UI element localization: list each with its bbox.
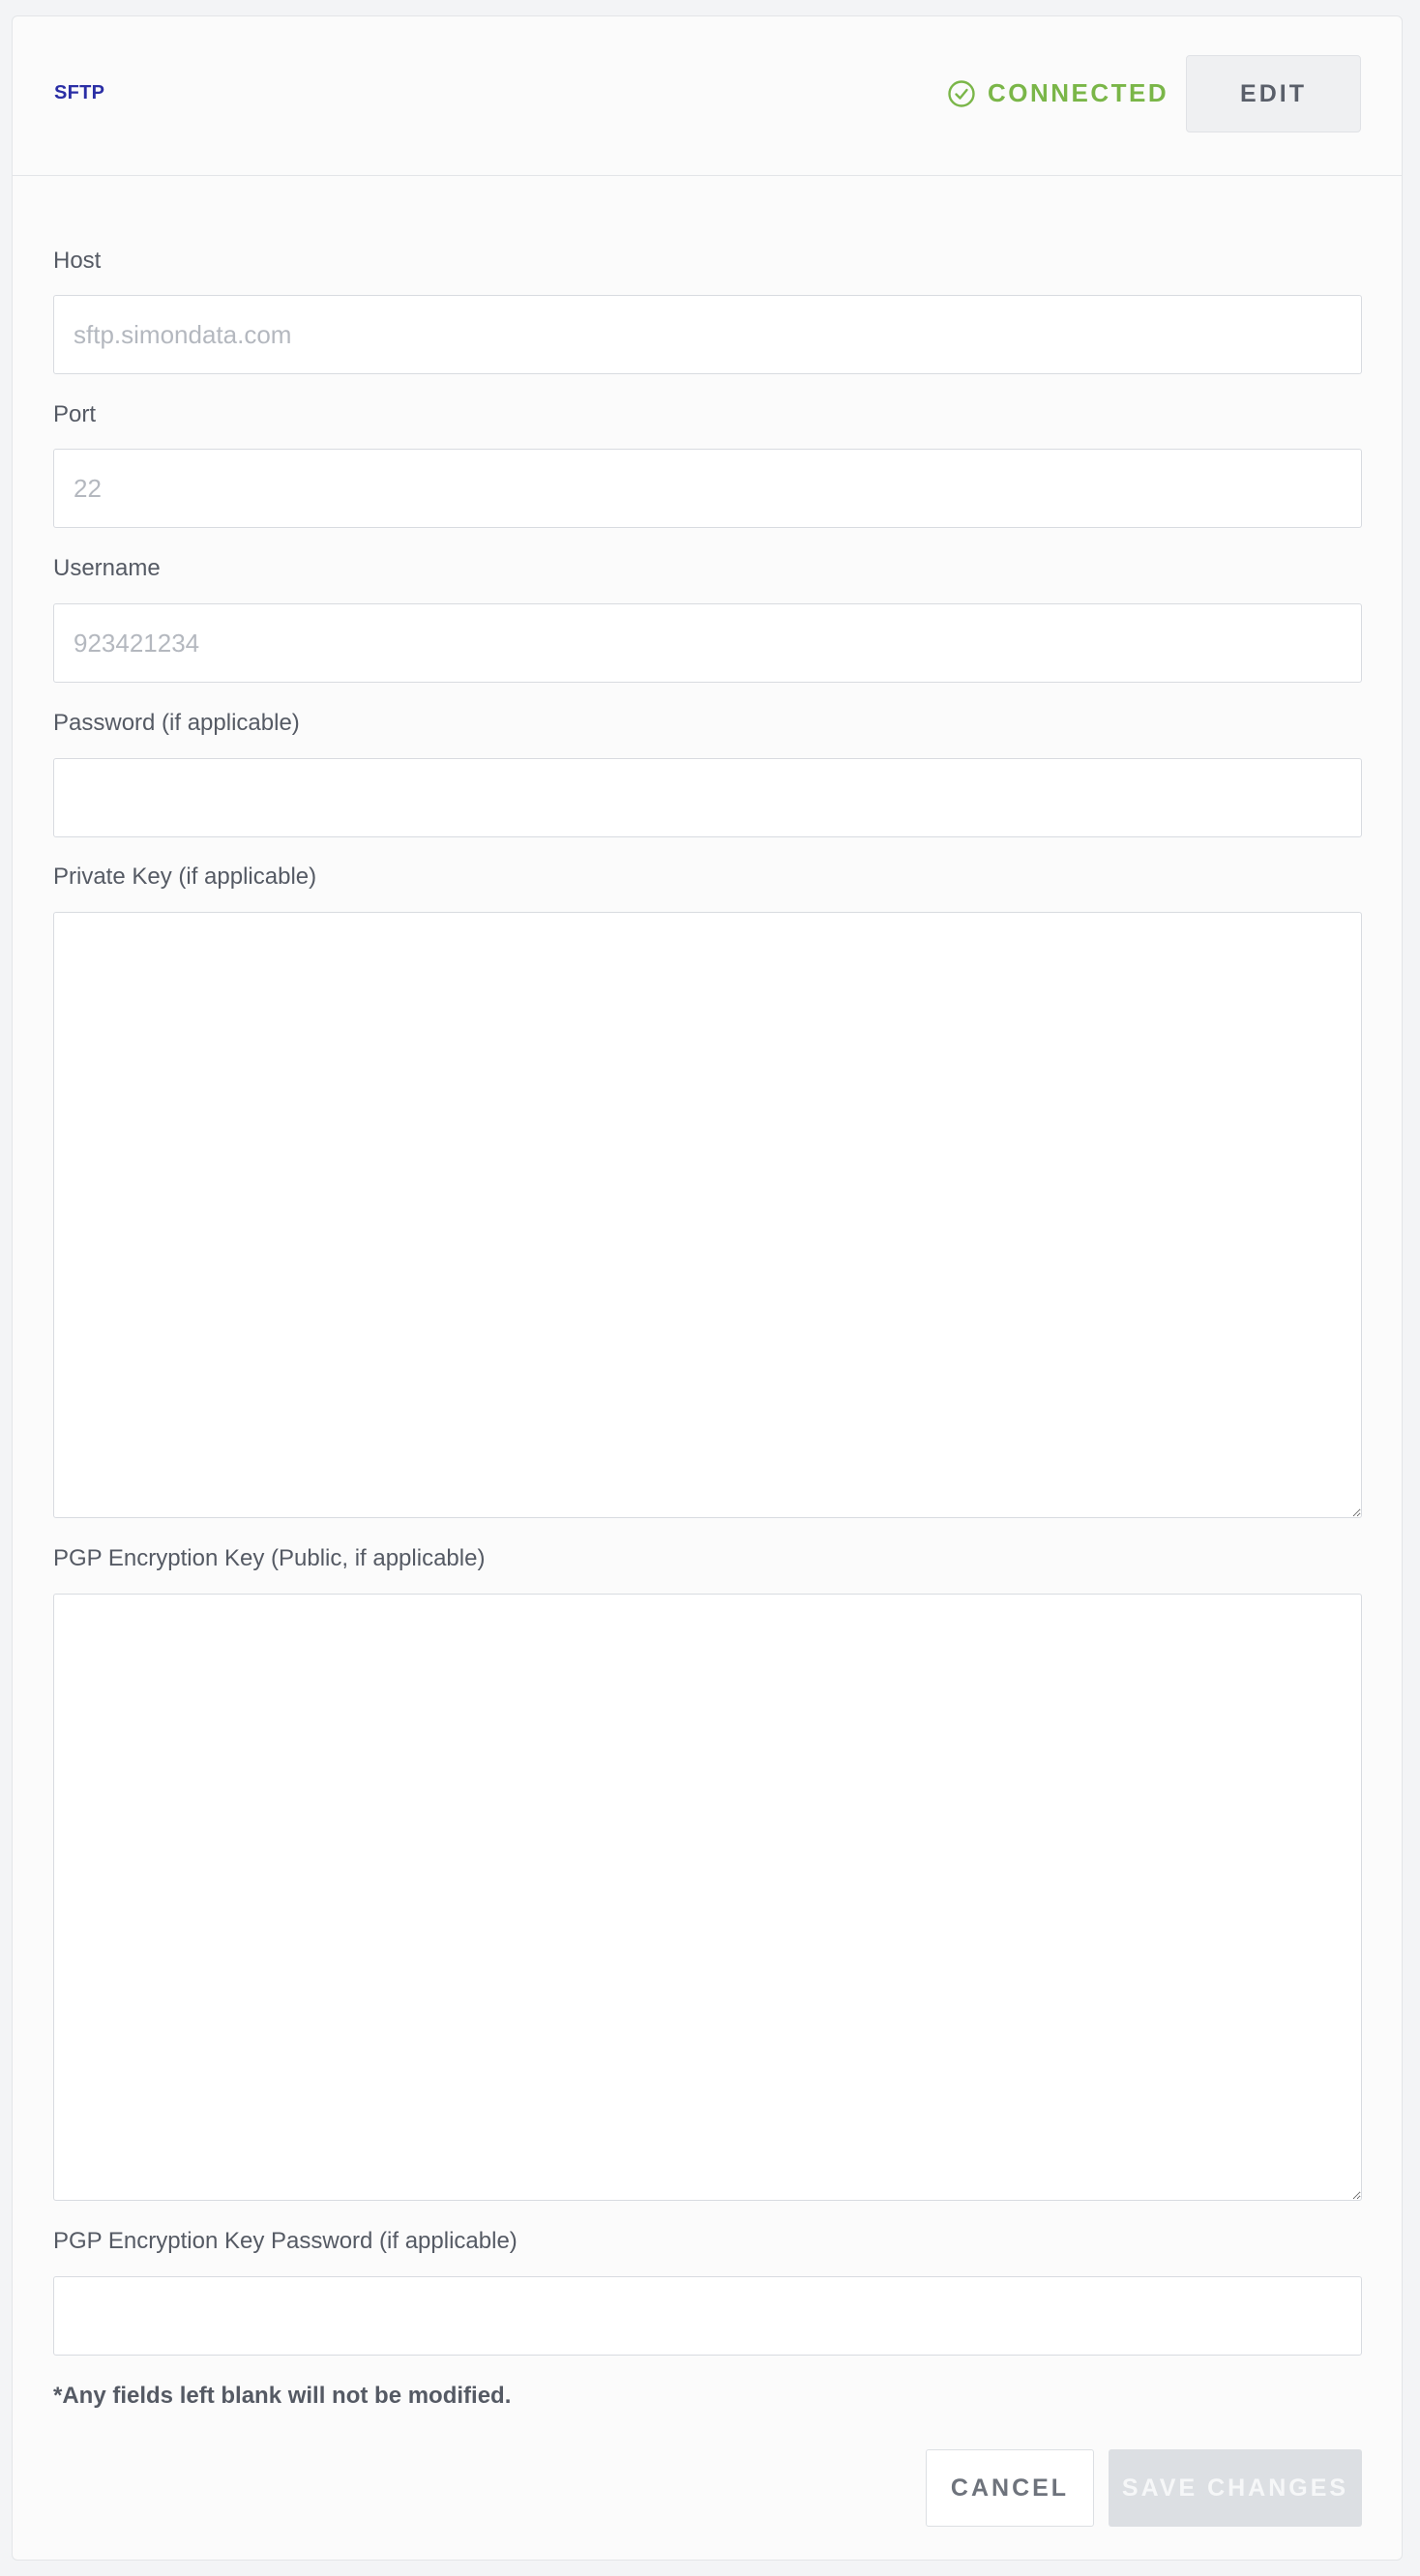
port-input[interactable] (53, 449, 1362, 528)
host-label: Host (53, 248, 102, 274)
password-input[interactable] (53, 758, 1362, 837)
status-badge: CONNECTED (947, 78, 1169, 108)
check-circle-icon (947, 79, 976, 108)
pgp-password-label: PGP Encryption Key Password (if applicab… (53, 2228, 518, 2254)
save-changes-button[interactable]: SAVE CHANGES (1109, 2449, 1362, 2527)
edit-button[interactable]: EDIT (1186, 55, 1361, 132)
pgp-key-textarea[interactable] (53, 1594, 1362, 2201)
username-input[interactable] (53, 603, 1362, 683)
private-key-textarea[interactable] (53, 912, 1362, 1518)
page-title: SFTP (54, 82, 105, 103)
private-key-label: Private Key (if applicable) (53, 864, 317, 890)
password-label: Password (if applicable) (53, 710, 300, 736)
cancel-button[interactable]: CANCEL (926, 2449, 1094, 2527)
status-text: CONNECTED (988, 78, 1169, 107)
pgp-password-input[interactable] (53, 2276, 1362, 2356)
card-header: SFTP CONNECTED EDIT (13, 16, 1402, 176)
username-label: Username (53, 555, 161, 581)
host-input[interactable] (53, 295, 1362, 374)
port-label: Port (53, 401, 97, 427)
sftp-settings-card: SFTP CONNECTED EDIT Host Port Username P… (12, 15, 1403, 2561)
blank-fields-note: *Any fields left blank will not be modif… (53, 2383, 512, 2409)
pgp-key-label: PGP Encryption Key (Public, if applicabl… (53, 1545, 486, 1571)
